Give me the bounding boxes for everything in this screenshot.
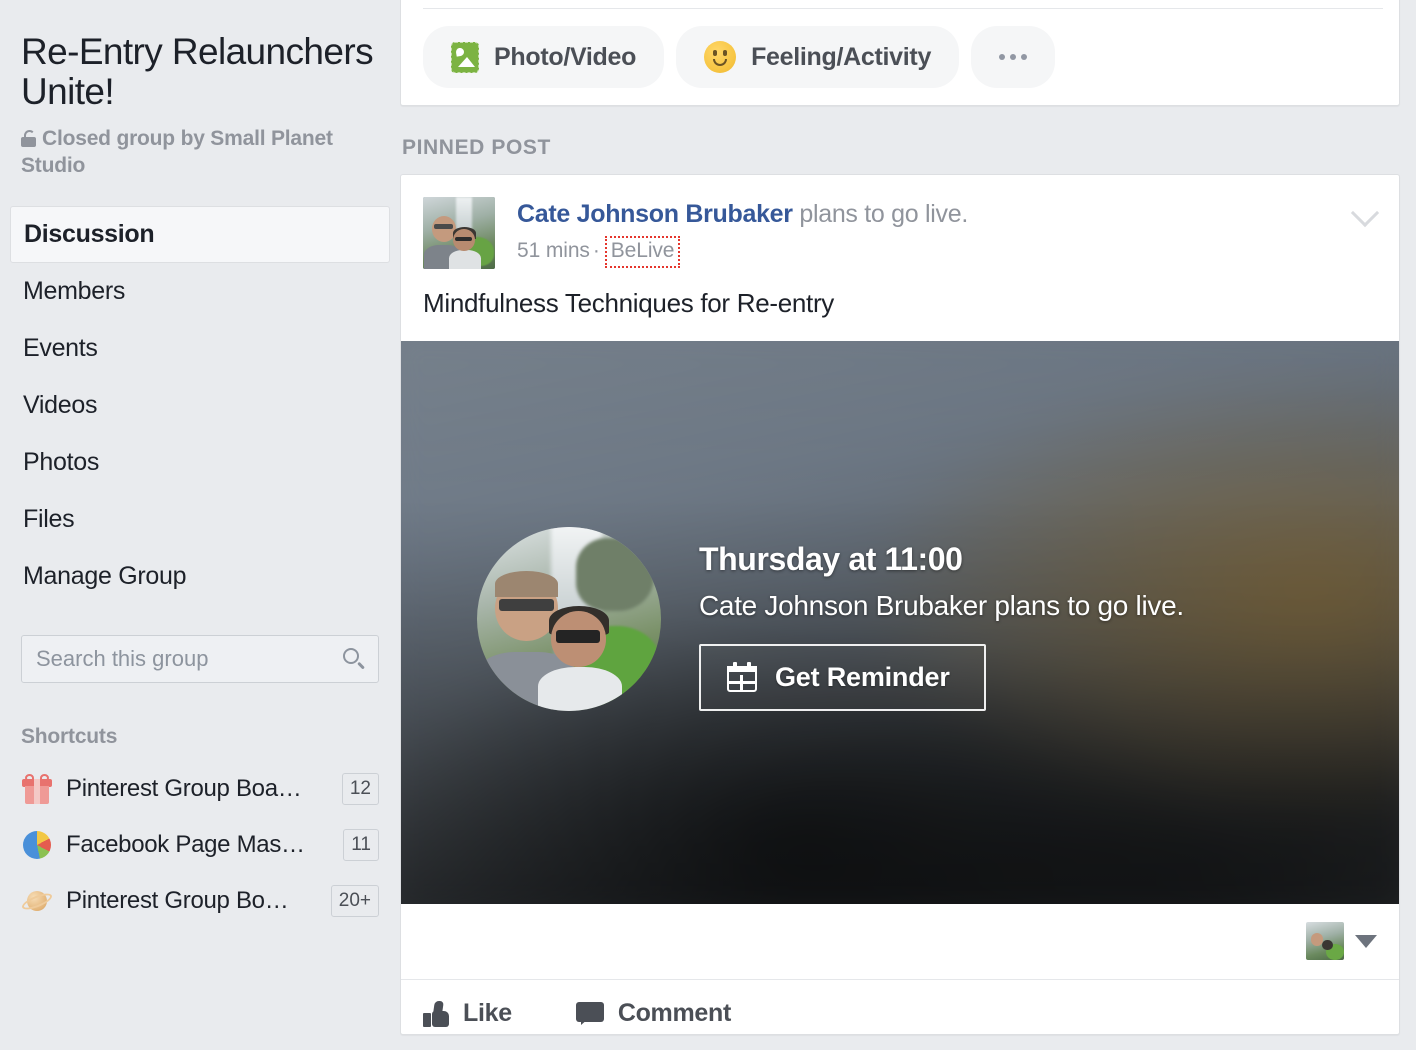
photo-video-button[interactable]: Photo/Video bbox=[423, 26, 665, 88]
post-source-belive[interactable]: BeLive bbox=[604, 235, 681, 268]
smiley-face-icon bbox=[704, 41, 737, 73]
composer-action-row: Photo/Video Feeling/Activity bbox=[423, 26, 1056, 88]
more-options-button[interactable] bbox=[971, 26, 1056, 88]
shortcut-badge: 12 bbox=[341, 772, 379, 805]
sidebar-item-videos[interactable]: Videos bbox=[21, 377, 379, 434]
comment-bubble-icon bbox=[575, 1001, 604, 1026]
pie-chart-icon bbox=[21, 829, 53, 861]
shortcut-label: Facebook Page Mas… bbox=[66, 830, 305, 858]
gift-box-icon bbox=[21, 773, 53, 805]
comment-button[interactable]: Comment bbox=[575, 999, 732, 1028]
get-reminder-label: Get Reminder bbox=[775, 661, 950, 692]
live-video-card[interactable]: Thursday at 11:00 Cate Johnson Brubaker … bbox=[401, 340, 1399, 904]
shortcut-item-facebook-page-mastery[interactable]: Facebook Page Mas… 11 bbox=[21, 828, 379, 861]
post-byline: Cate Johnson Brubaker plans to go live. bbox=[517, 199, 1377, 230]
group-main-column: Photo/Video Feeling/Activity PINNED POST bbox=[400, 0, 1416, 1050]
sidebar-item-manage-group[interactable]: Manage Group bbox=[21, 548, 379, 605]
live-schedule-time: Thursday at 11:00 bbox=[699, 540, 963, 577]
facebook-group-page: Re-Entry Relaunchers Unite! Closed group… bbox=[0, 0, 1416, 1050]
like-button[interactable]: Like bbox=[423, 999, 512, 1028]
like-label: Like bbox=[463, 999, 512, 1028]
open-lock-icon bbox=[21, 129, 36, 147]
shortcut-item-pinterest-group-boards-2[interactable]: Pinterest Group Bo… 20+ bbox=[20, 884, 379, 917]
post-composer: Photo/Video Feeling/Activity bbox=[400, 0, 1400, 106]
shortcuts-heading: Shortcuts bbox=[21, 724, 118, 748]
post-author-link[interactable]: Cate Johnson Brubaker bbox=[517, 200, 793, 228]
group-sidebar: Re-Entry Relaunchers Unite! Closed group… bbox=[0, 0, 400, 1050]
shortcut-badge: 20+ bbox=[330, 884, 379, 917]
planet-icon bbox=[20, 885, 54, 917]
live-schedule-description: Cate Johnson Brubaker plans to go live. bbox=[699, 589, 1184, 621]
group-search bbox=[21, 634, 379, 683]
post-byline-suffix: plans to go live. bbox=[792, 200, 968, 228]
live-author-avatar bbox=[477, 526, 661, 711]
group-nav: Discussion Members Events Videos Photos … bbox=[10, 205, 390, 605]
post-header: Cate Johnson Brubaker plans to go live. … bbox=[401, 175, 1399, 269]
post-message: Mindfulness Techniques for Re-entry bbox=[423, 288, 835, 318]
feeling-activity-label: Feeling/Activity bbox=[751, 42, 932, 71]
meta-separator: · bbox=[592, 238, 600, 262]
viewer-avatar[interactable] bbox=[1306, 922, 1344, 961]
feeling-activity-button[interactable]: Feeling/Activity bbox=[676, 26, 960, 88]
sidebar-item-photos[interactable]: Photos bbox=[21, 434, 379, 491]
thumbs-up-icon bbox=[423, 1000, 449, 1027]
ellipsis-icon bbox=[999, 54, 1028, 60]
group-privacy-text: Closed group by Small Planet Studio bbox=[21, 126, 333, 177]
author-avatar[interactable] bbox=[423, 197, 495, 269]
photo-video-label: Photo/Video bbox=[494, 42, 637, 71]
shortcut-label: Pinterest Group Boa… bbox=[66, 774, 302, 802]
chevron-down-icon[interactable] bbox=[1347, 193, 1383, 229]
search-input[interactable] bbox=[21, 634, 379, 683]
group-title: Re-Entry Relaunchers Unite! bbox=[21, 31, 374, 112]
pinned-post: Cate Johnson Brubaker plans to go live. … bbox=[400, 174, 1400, 1035]
caret-down-icon[interactable] bbox=[1355, 934, 1377, 948]
photo-video-icon bbox=[451, 41, 479, 73]
post-byline-block: Cate Johnson Brubaker plans to go live. … bbox=[517, 197, 1377, 269]
sidebar-item-events[interactable]: Events bbox=[21, 320, 379, 377]
shortcut-item-pinterest-group-boards[interactable]: Pinterest Group Boa… 12 bbox=[21, 772, 379, 805]
group-privacy-subtitle: Closed group by Small Planet Studio bbox=[21, 126, 379, 180]
live-card-content: Thursday at 11:00 Cate Johnson Brubaker … bbox=[477, 526, 1184, 711]
live-card-text: Thursday at 11:00 Cate Johnson Brubaker … bbox=[699, 527, 1184, 711]
reaction-viewer-group bbox=[1306, 922, 1377, 961]
sidebar-item-discussion[interactable]: Discussion bbox=[10, 205, 390, 263]
sidebar-item-members[interactable]: Members bbox=[21, 263, 379, 320]
post-timestamp[interactable]: 51 mins bbox=[517, 239, 590, 262]
get-reminder-button[interactable]: Get Reminder bbox=[699, 643, 986, 711]
composer-divider bbox=[423, 8, 1383, 9]
shortcut-label: Pinterest Group Bo… bbox=[66, 886, 289, 914]
calendar-icon bbox=[727, 662, 757, 693]
post-meta: 51 mins · BeLive bbox=[517, 235, 1377, 268]
post-reaction-row bbox=[401, 904, 1399, 980]
sidebar-item-files[interactable]: Files bbox=[21, 491, 379, 548]
pinned-post-label: PINNED POST bbox=[402, 136, 551, 159]
shortcut-badge: 11 bbox=[343, 828, 379, 861]
post-action-bar: Like Comment bbox=[401, 980, 1399, 1034]
comment-label: Comment bbox=[617, 999, 732, 1028]
